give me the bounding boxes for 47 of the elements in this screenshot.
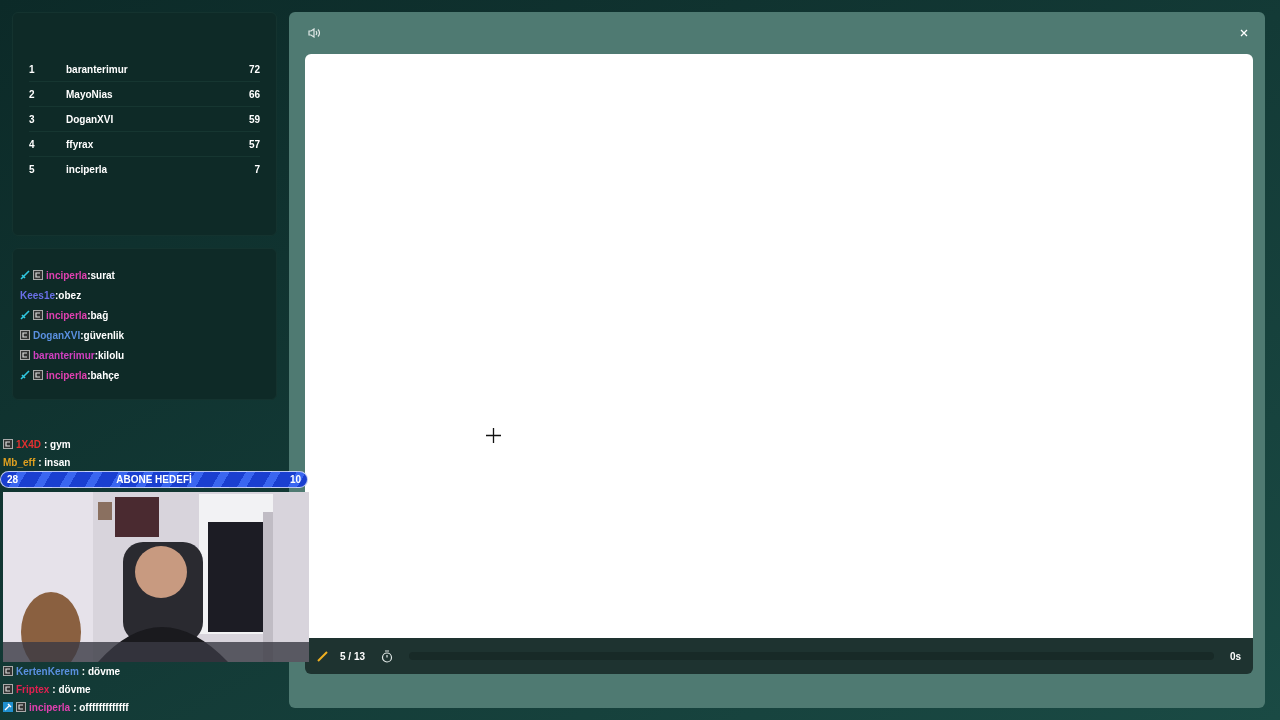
crosshair-icon [486, 428, 501, 443]
round-counter: 5 / 13 [340, 649, 366, 664]
chat-username: Mb_eff [3, 455, 36, 470]
chat-message: : insan [38, 455, 71, 470]
player-score: 57 [248, 137, 260, 152]
pencil-icon [317, 650, 328, 662]
chat-username: inciperla [46, 268, 88, 283]
player-name: ffyrax [66, 137, 95, 152]
chat-username: 1X4D [16, 437, 41, 452]
chat-username: inciperla [46, 308, 88, 323]
chat-message: :bağ [87, 308, 109, 323]
rank-number: 5 [29, 163, 36, 177]
rank-number: 1 [29, 62, 36, 77]
goal-count: 28 [7, 473, 19, 487]
rank-number: 4 [29, 137, 36, 152]
chat-message: :kilolu [94, 348, 125, 363]
stopwatch-icon [381, 649, 394, 663]
rank-number: 2 [29, 87, 36, 102]
close-icon[interactable] [1240, 29, 1248, 37]
player-score: 66 [248, 87, 260, 102]
chat-username: Friptex [16, 682, 50, 697]
chat-message: :surat [87, 268, 115, 283]
player-score: 59 [248, 112, 260, 127]
chat-username: DoganXVI [33, 328, 81, 343]
player-name: MayoNias [66, 87, 114, 102]
chat-username: KertenKerem [16, 664, 79, 679]
chat-message: :bahçe [87, 368, 120, 383]
rank-number: 3 [29, 112, 36, 127]
chat-message: :obez [55, 288, 82, 303]
goal-title: ABONE HEDEFİ [116, 472, 192, 487]
volume-icon[interactable] [308, 28, 320, 38]
chat-message: :güvenlik [80, 328, 125, 343]
chat-message: : gym [44, 437, 71, 452]
chat-username: inciperla [46, 368, 88, 383]
chat-username: Kees1e [20, 288, 56, 303]
player-name: DoganXVI [66, 112, 115, 127]
player-name: inciperla [66, 163, 109, 177]
chat-username: inciperla [29, 700, 71, 715]
chat-message: : dövme [52, 682, 91, 697]
player-score: 7 [254, 163, 260, 177]
chat-username: baranterimur [33, 348, 95, 363]
player-name: baranterimur [66, 62, 129, 77]
chat-message: : offfffffffffff [73, 700, 129, 715]
goal-count: 10 [289, 473, 301, 487]
timer-text: 0s [1229, 649, 1241, 664]
player-score: 72 [248, 62, 260, 77]
chat-message: : dövme [81, 664, 121, 679]
